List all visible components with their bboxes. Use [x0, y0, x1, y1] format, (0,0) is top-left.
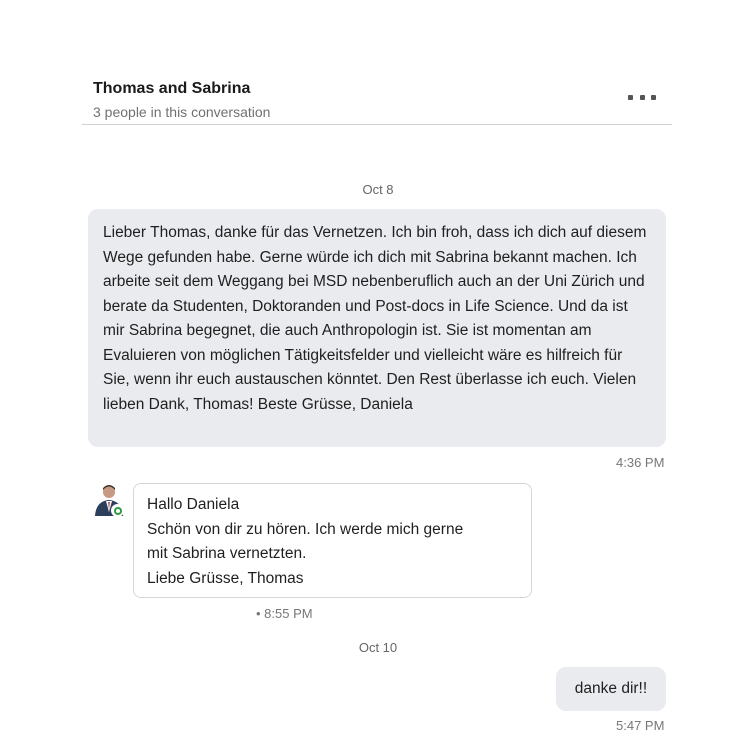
date-divider: Oct 10 — [358, 640, 398, 655]
message-line: mit Sabrina vernetzten. — [147, 545, 307, 562]
message-bubble: Lieber Thomas, danke für das Vernetzen. … — [88, 209, 666, 447]
message-line: Hallo Daniela — [147, 496, 240, 513]
message-timestamp: • 8:55 PM — [256, 606, 313, 621]
more-dot — [628, 94, 633, 100]
message-timestamp: 4:36 PM — [616, 455, 665, 470]
date-divider: Oct 8 — [362, 182, 394, 197]
more-dot — [651, 94, 656, 100]
conversation-title[interactable]: Thomas and Sabrina — [93, 80, 250, 98]
message-bubble: Hallo Daniela Schön von dir zu hören. Ic… — [133, 483, 532, 598]
online-status-icon — [111, 504, 124, 517]
message-line: Liebe Grüsse, Thomas — [147, 569, 304, 587]
conversation-participants[interactable]: 3 people in this conversation — [93, 104, 270, 120]
conversation-header: Thomas and Sabrina 3 people in this conv… — [82, 78, 672, 125]
more-dot — [639, 94, 645, 100]
message-timestamp: 5:47 PM — [616, 718, 665, 733]
message-bubble: danke dir!! — [556, 667, 666, 711]
message-line: Schön von dir zu hören. Ich werde mich g… — [147, 520, 464, 538]
more-options-icon[interactable] — [628, 92, 656, 102]
